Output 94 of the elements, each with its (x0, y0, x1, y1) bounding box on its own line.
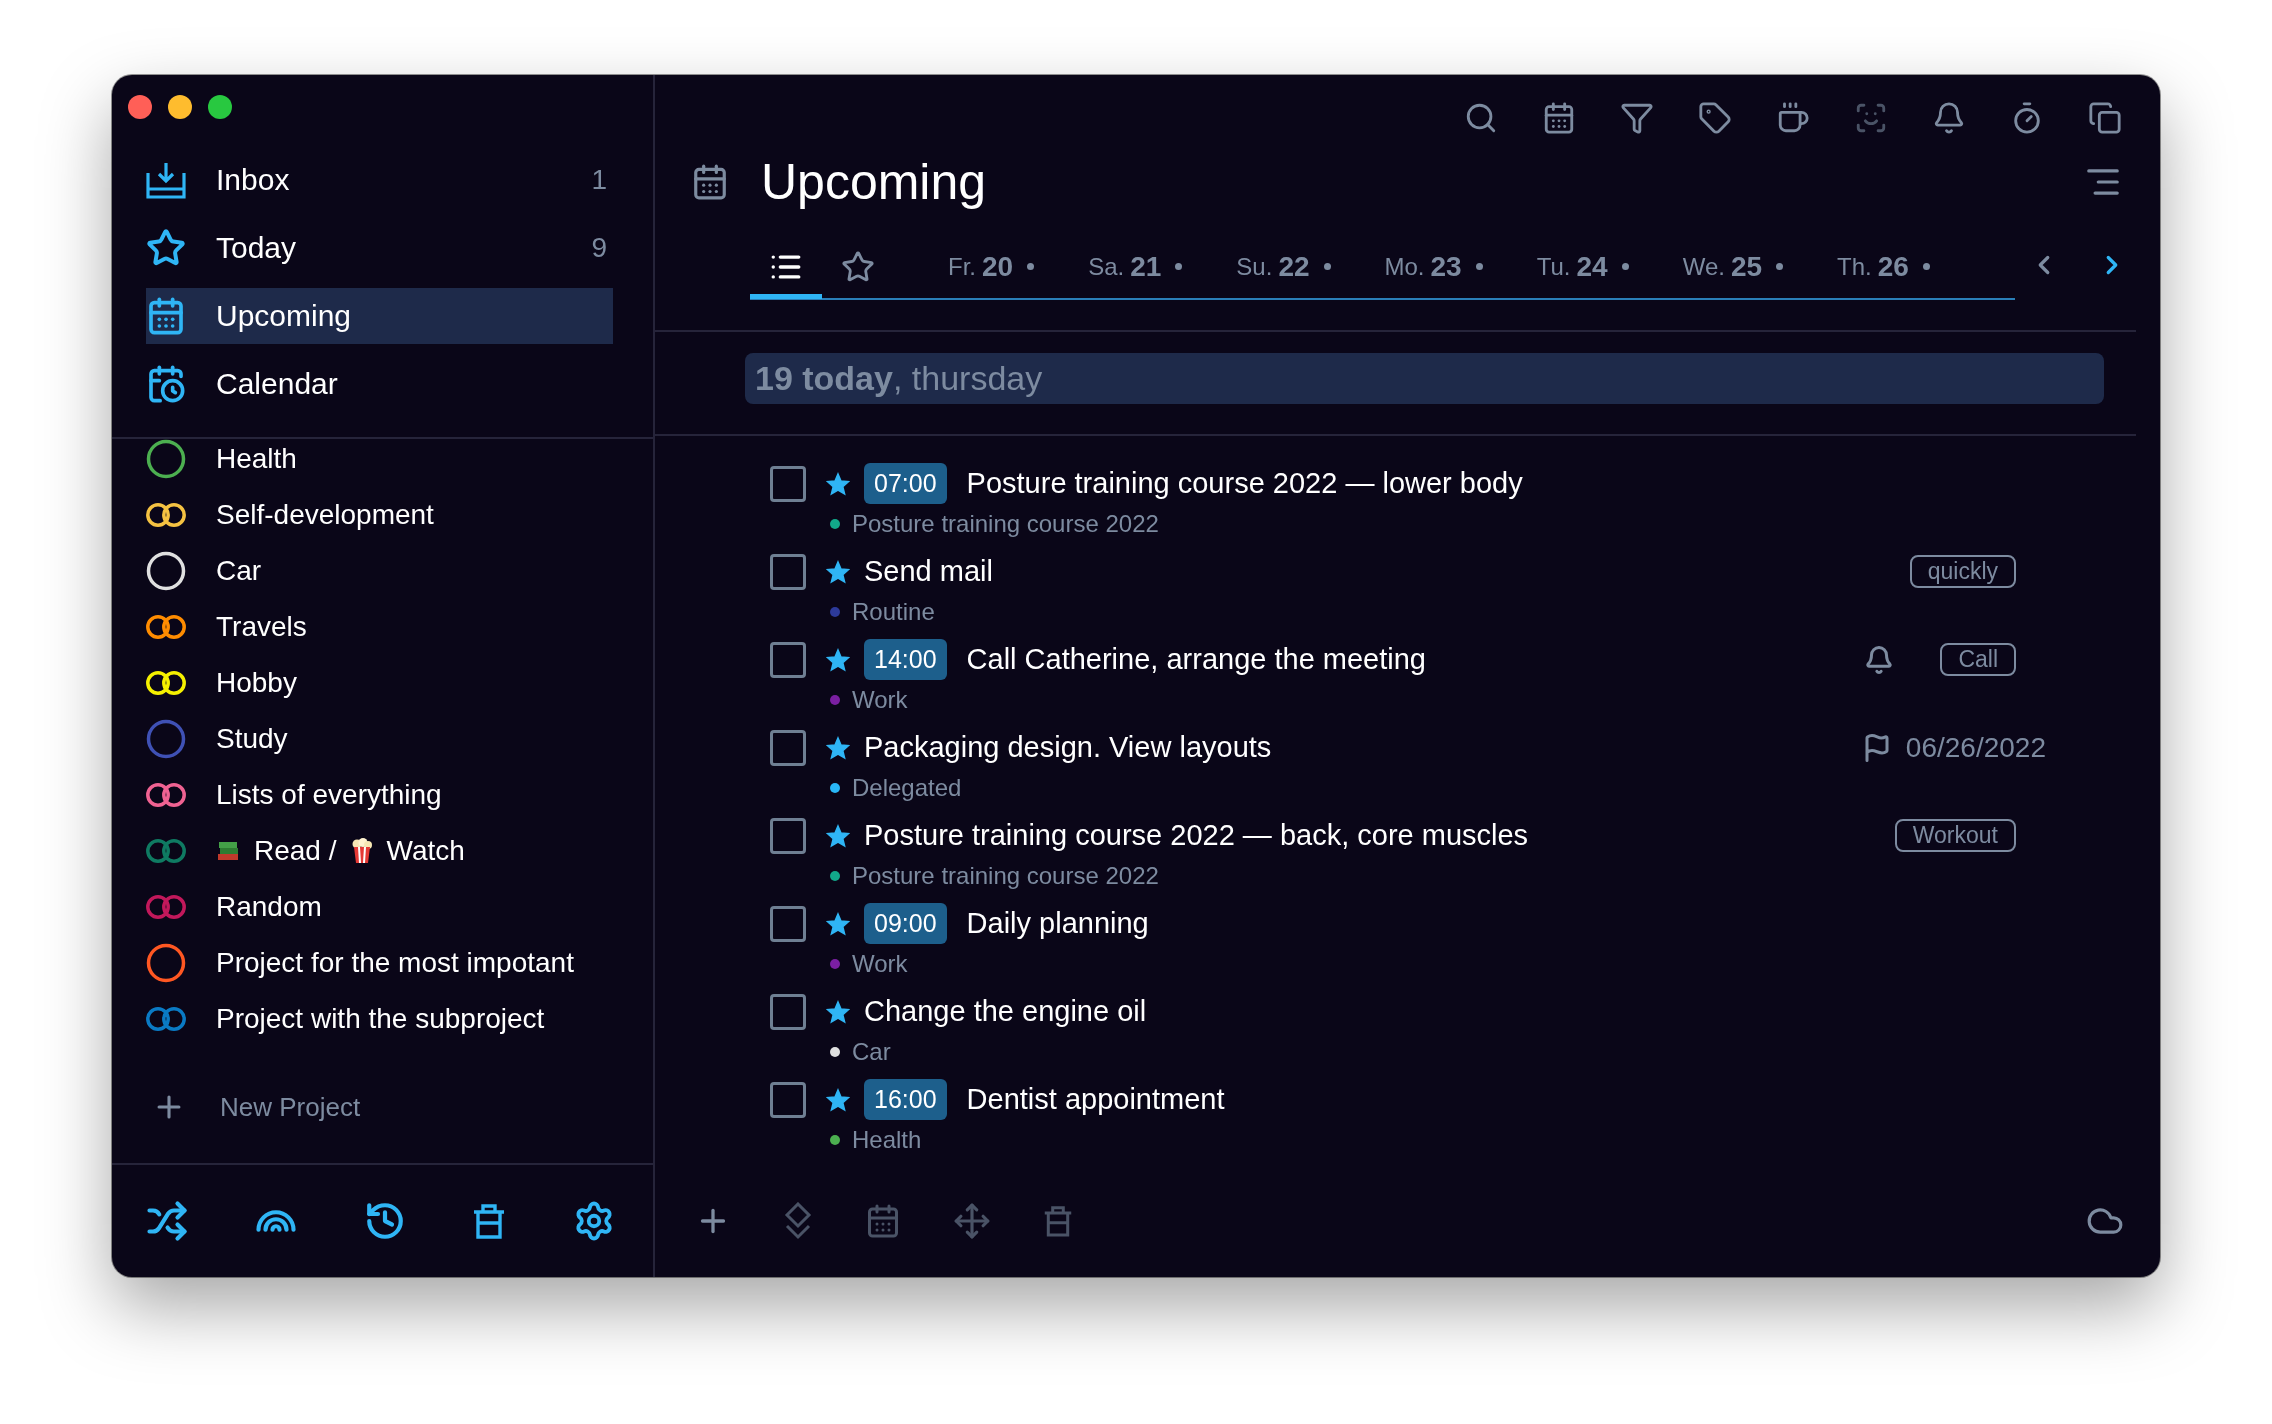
bell-icon[interactable] (1932, 100, 1966, 135)
star-icon (146, 228, 186, 268)
filled-star-icon[interactable] (826, 647, 850, 672)
project-label[interactable]: Read / (254, 835, 337, 867)
task-checkbox[interactable] (770, 905, 806, 942)
tag-label[interactable]: Call (1940, 643, 2016, 677)
day-heading: 19 today, thursday (745, 352, 2104, 404)
tag-label[interactable]: quickly (1909, 555, 2016, 589)
time-badge: 14:00 (864, 639, 947, 681)
project-label[interactable]: Travels (216, 611, 307, 643)
project-name: Work (852, 949, 908, 978)
calendar-icon[interactable] (1542, 100, 1576, 135)
task-title[interactable]: Call Catherine, arrange the meeting (966, 643, 1426, 677)
nav-item[interactable]: Today 9 (136, 214, 625, 282)
task-checkbox[interactable] (770, 817, 806, 854)
copy-icon[interactable] (2088, 100, 2122, 135)
nav-label: Upcoming (216, 299, 353, 333)
task-checkbox[interactable] (770, 465, 806, 502)
inbox-icon (146, 161, 186, 199)
nav-label: Inbox (216, 163, 291, 197)
nav-item[interactable]: Inbox 1 (136, 146, 625, 214)
books-icon (216, 839, 240, 863)
project-name: Delegated (852, 773, 962, 802)
project-label[interactable]: Health (216, 443, 297, 475)
filled-star-icon[interactable] (826, 1087, 850, 1112)
new-project-link[interactable]: New Project (220, 1091, 361, 1123)
time-badge: 09:00 (864, 903, 947, 945)
item-count: 9 (591, 232, 608, 264)
nav-label: Calendar (216, 367, 339, 401)
project-label[interactable]: Self-development (216, 499, 434, 531)
task-checkbox[interactable] (770, 993, 806, 1030)
project-label[interactable]: Lists of everything (216, 779, 442, 811)
settings-icon[interactable] (573, 1200, 615, 1242)
filled-star-icon[interactable] (826, 559, 850, 584)
tag-label[interactable]: Workout (1894, 819, 2016, 853)
project-label[interactable]: Car (216, 555, 262, 587)
move-icon[interactable] (953, 1202, 991, 1241)
popcorn-icon (350, 838, 373, 864)
project-name: Routine (852, 597, 935, 626)
nav-label: Today (216, 231, 298, 265)
project-name: Posture training course 2022 (852, 861, 1159, 890)
filled-star-icon[interactable] (826, 823, 850, 848)
project-name: Health (852, 1125, 922, 1154)
task-checkbox[interactable] (770, 641, 806, 678)
task-title[interactable]: Send mail (864, 555, 993, 589)
project-label[interactable]: Project for the most impotant (216, 947, 574, 979)
close-button[interactable] (128, 94, 152, 119)
project-label[interactable]: Watch (386, 835, 465, 867)
task-checkbox[interactable] (770, 1081, 806, 1118)
filled-star-icon[interactable] (826, 911, 850, 936)
day-tab[interactable]: Sa. 21 (1088, 239, 1183, 300)
day-tab[interactable]: Su. 22 (1236, 239, 1331, 300)
task-checkbox[interactable] (770, 729, 806, 766)
project-label[interactable]: Random (216, 891, 322, 923)
task-title[interactable]: Change the engine oil (864, 995, 1147, 1029)
filled-star-icon[interactable] (826, 471, 850, 496)
due-date: 06/26/2022 (1905, 731, 2046, 764)
item-count: 1 (591, 164, 608, 196)
project-name: Posture training course 2022 (852, 509, 1159, 538)
calendar-icon (146, 296, 186, 336)
project-label[interactable]: Study (216, 723, 288, 755)
zoom-button[interactable] (208, 94, 232, 119)
project-label[interactable]: Hobby (216, 667, 297, 699)
filled-star-icon[interactable] (826, 999, 850, 1024)
star-icon (841, 249, 875, 284)
project-label[interactable]: Project with the subproject (216, 1003, 545, 1035)
calendar-icon (691, 163, 729, 202)
task-title[interactable]: Dentist appointment (966, 1083, 1225, 1117)
shuffle-icon[interactable] (146, 1200, 188, 1242)
task-title[interactable]: Posture training course 2022 — back, core muscles (864, 819, 1529, 853)
project-name: Work (852, 685, 908, 714)
trash-icon[interactable] (472, 1203, 507, 1239)
cup-icon[interactable] (1776, 100, 1810, 135)
nav-item[interactable]: Calendar (136, 350, 625, 418)
task-title[interactable]: Posture training course 2022 — lower body (966, 467, 1523, 501)
day-tab[interactable]: We. 25 (1682, 239, 1784, 300)
day-tab[interactable]: Th. 26 (1837, 239, 1930, 300)
page-title: Upcoming (761, 153, 988, 212)
day-tab[interactable]: Tu. 24 (1536, 239, 1629, 300)
calendar-clock-icon (146, 364, 186, 404)
bell-icon[interactable] (1864, 644, 1895, 675)
minimize-button[interactable] (168, 94, 192, 119)
filled-star-icon[interactable] (826, 735, 850, 760)
time-badge: 07:00 (864, 463, 947, 505)
task-title[interactable]: Packaging design. View layouts (864, 731, 1272, 765)
task-title[interactable]: Daily planning (966, 907, 1149, 941)
day-tab[interactable]: Fr. 20 (948, 239, 1035, 300)
stacked-diamonds-icon[interactable] (783, 1202, 813, 1241)
calendar-icon[interactable] (865, 1203, 901, 1240)
day-tab[interactable]: Mo. 23 (1384, 239, 1483, 300)
tag-icon[interactable] (1698, 100, 1732, 135)
time-badge: 16:00 (864, 1079, 947, 1121)
task-checkbox[interactable] (770, 553, 806, 590)
project-name: Car (852, 1037, 891, 1066)
